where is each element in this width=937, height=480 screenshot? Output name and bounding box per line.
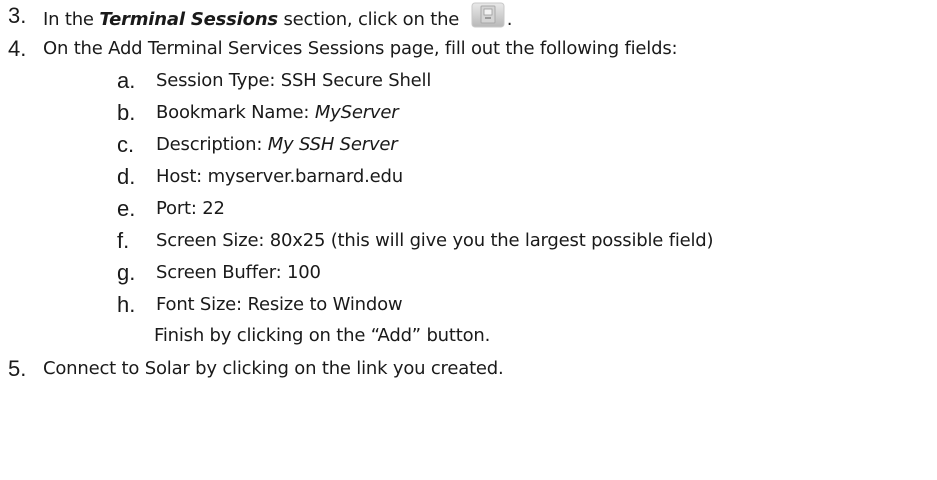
field-letter: e. [117,196,136,221]
field-label: Host: [156,166,208,187]
section-name: Terminal Sessions [99,9,278,30]
field-text: Session Type: SSH Secure Shell [156,66,431,96]
terminal-session-add-icon [471,1,505,29]
field-text: Port: 22 [156,194,225,224]
finish-text: Finish by clicking on the “Add” button. [154,325,491,346]
field-value: 100 [286,262,321,283]
field-value: myserver.barnard.edu [207,166,404,187]
field-letter: g. [117,260,136,285]
step-text: On the Add Terminal Services Sessions pa… [43,38,678,59]
field-label: Bookmark Name: [156,102,315,123]
step-number: 4. [8,36,27,61]
field-letter: h. [117,292,136,317]
field-label: Font Size: [156,294,248,315]
field-label: Session Type: [156,70,281,91]
field-text: Bookmark Name: MyServer [156,98,399,128]
field-value: SSH Secure Shell [280,70,432,91]
field-value: Resize to Window [247,294,403,315]
field-label: Description: [156,134,268,155]
field-value: MyServer [314,102,399,123]
step-text: Connect to Solar by clicking on the link… [43,358,504,379]
step-text-before: In the [43,9,100,30]
step-text: In the Terminal Sessions section, click … [43,1,512,35]
field-value: My SSH Server [267,134,398,155]
field-letter: b. [117,100,136,125]
field-value: 22 [202,198,225,219]
step-text-after: . [506,9,513,30]
field-value: 80x25 (this will give you the largest po… [269,230,714,251]
step-number: 5. [8,356,27,381]
field-text: Screen Size: 80x25 (this will give you t… [156,226,714,256]
step-number: 3. [8,3,27,28]
field-label: Port: [156,198,203,219]
field-letter: c. [117,132,135,157]
field-text: Description: My SSH Server [156,130,398,160]
field-letter: a. [117,68,136,93]
field-text: Font Size: Resize to Window [156,290,403,320]
instructions-document: 3. In the Terminal Sessions section, cli… [0,0,937,480]
field-letter: f. [117,228,130,253]
step-text-middle: section, click on the [277,9,465,30]
field-text: Host: myserver.barnard.edu [156,162,403,192]
field-label: Screen Size: [156,230,270,251]
field-label: Screen Buffer: [156,262,287,283]
field-text: Screen Buffer: 100 [156,258,321,288]
field-letter: d. [117,164,136,189]
